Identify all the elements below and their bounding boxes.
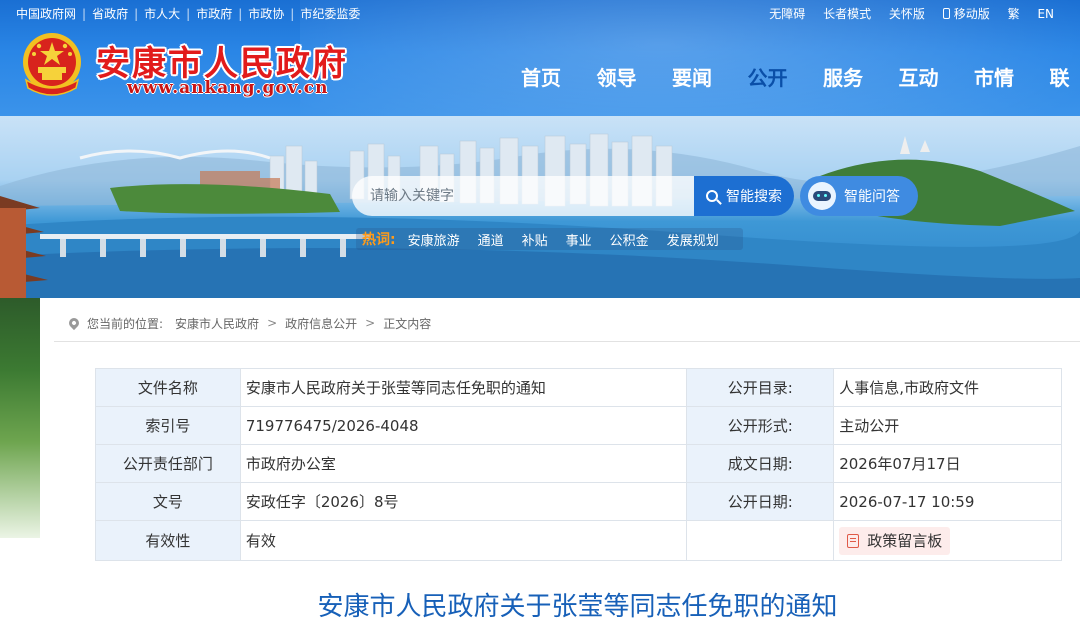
- meta-value: 2026-07-17 10:59: [833, 482, 1062, 521]
- breadcrumb-item-current: 正文内容: [383, 316, 432, 331]
- table-row: 索引号 719776475/2026-4048 公开形式: 主动公开: [95, 406, 1062, 445]
- smart-search-button[interactable]: 智能搜索: [694, 176, 794, 216]
- link-central-gov[interactable]: 中国政府网: [16, 5, 76, 22]
- traditional-chinese-link[interactable]: 繁: [1008, 5, 1020, 22]
- nav-disclosure[interactable]: 公开: [748, 62, 824, 92]
- divider: |: [134, 7, 139, 21]
- location-pin-icon: [66, 315, 82, 331]
- hot-word-link[interactable]: 通道: [478, 230, 504, 249]
- smart-qa-button[interactable]: 智能问答: [800, 176, 918, 216]
- table-row: 有效性 有效 政策留言板: [95, 520, 1062, 561]
- meta-key: 索引号: [95, 406, 241, 445]
- breadcrumb: 您当前的位置: 安康市人民政府 > 政府信息公开 > 正文内容: [66, 314, 432, 332]
- nav-services[interactable]: 服务: [823, 62, 899, 92]
- care-version-link[interactable]: 关怀版: [889, 5, 925, 22]
- main-nav: 首页 领导 要闻 公开 服务 互动 市情 联: [521, 62, 1080, 92]
- document-meta-table: 文件名称 安康市人民政府关于张莹等同志任免职的通知 公开目录: 人事信息,市政府…: [95, 368, 1062, 561]
- nav-news[interactable]: 要闻: [672, 62, 748, 92]
- site-url: www.ankang.gov.cn: [127, 78, 329, 98]
- meta-action-cell: 政策留言板: [833, 520, 1062, 561]
- breadcrumb-item-disclosure[interactable]: 政府信息公开: [285, 315, 357, 332]
- link-city-cppcc[interactable]: 市政协: [248, 5, 284, 22]
- english-link[interactable]: EN: [1037, 7, 1054, 21]
- search-icon: [706, 190, 718, 202]
- national-emblem-icon: [23, 33, 81, 96]
- side-decoration-image: [0, 298, 40, 538]
- link-province-gov[interactable]: 省政府: [92, 5, 128, 22]
- meta-key: 公开形式:: [686, 406, 835, 445]
- nav-home[interactable]: 首页: [521, 62, 597, 92]
- meta-value: 有效: [239, 520, 688, 561]
- meta-key: 文号: [95, 482, 241, 521]
- meta-value: 安康市人民政府关于张莹等同志任免职的通知: [239, 368, 688, 407]
- top-links-bar: 中国政府网 | 省政府 | 市人大 | 市政府 | 市政协 | 市纪委监委: [16, 5, 360, 21]
- policy-message-board-label: 政策留言板: [867, 532, 943, 550]
- meta-key: 公开责任部门: [95, 444, 241, 483]
- meta-key: 公开日期:: [686, 482, 835, 521]
- hot-word-link[interactable]: 发展规划: [667, 230, 719, 249]
- breadcrumb-separator: >: [365, 316, 376, 330]
- mobile-version-label: 移动版: [953, 7, 990, 21]
- divider: |: [82, 7, 87, 21]
- nav-leaders[interactable]: 领导: [597, 62, 673, 92]
- search-input[interactable]: [352, 176, 694, 216]
- table-row: 文号 安政任字〔2026〕8号 公开日期: 2026-07-17 10:59: [95, 482, 1062, 521]
- divider: |: [290, 7, 295, 21]
- meta-empty-cell: [686, 520, 835, 561]
- hot-word-link[interactable]: 公积金: [610, 230, 649, 249]
- utility-links: 无障碍 长者模式 关怀版 移动版 繁 EN: [755, 5, 1054, 22]
- table-row: 公开责任部门 市政府办公室 成文日期: 2026年07月17日: [95, 444, 1062, 483]
- breadcrumb-prefix: 您当前的位置:: [87, 316, 164, 331]
- accessible-link[interactable]: 无障碍: [769, 5, 805, 22]
- meta-key: 公开目录:: [686, 368, 835, 407]
- search-box: [352, 176, 694, 216]
- breadcrumb-separator: >: [267, 316, 278, 330]
- meta-value: 719776475/2026-4048: [239, 406, 688, 445]
- meta-key: 文件名称: [95, 368, 241, 407]
- hot-word-link[interactable]: 安康旅游: [408, 230, 460, 249]
- robot-icon: [808, 182, 836, 210]
- nav-city-info[interactable]: 市情: [974, 62, 1050, 92]
- nav-interaction[interactable]: 互动: [899, 62, 975, 92]
- divider: [54, 341, 1080, 342]
- table-row: 文件名称 安康市人民政府关于张莹等同志任免职的通知 公开目录: 人事信息,市政府…: [95, 368, 1062, 407]
- meta-value: 市政府办公室: [239, 444, 688, 483]
- hot-words-label: 热词:: [362, 232, 396, 248]
- site-header: 中国政府网 | 省政府 | 市人大 | 市政府 | 市政协 | 市纪委监委 无障碍 长者模式 关怀版…: [0, 0, 1080, 116]
- smart-search-label: 智能搜索: [726, 189, 782, 205]
- link-discipline-commission[interactable]: 市纪委监委: [300, 5, 360, 22]
- meta-key: 有效性: [95, 520, 241, 561]
- hot-words-bar: 热词: 安康旅游 通道 补贴 事业 公积金 发展规划: [356, 228, 743, 250]
- breadcrumb-item-home[interactable]: 安康市人民政府: [175, 315, 259, 332]
- hot-word-link[interactable]: 补贴: [522, 230, 548, 249]
- meta-value: 安政任字〔2026〕8号: [239, 482, 688, 521]
- policy-message-board-button[interactable]: 政策留言板: [839, 526, 951, 555]
- nav-contact[interactable]: 联: [1050, 62, 1080, 92]
- phone-icon: [942, 8, 950, 19]
- hot-word-link[interactable]: 事业: [566, 230, 592, 249]
- meta-value: 人事信息,市政府文件: [833, 368, 1062, 407]
- link-city-npc[interactable]: 市人大: [144, 5, 180, 22]
- document-title: 安康市人民政府关于张莹等同志任免职的通知: [317, 592, 838, 622]
- meta-key: 成文日期:: [686, 444, 835, 483]
- divider: |: [238, 7, 243, 21]
- meta-value: 主动公开: [833, 406, 1062, 445]
- divider: |: [186, 7, 191, 21]
- meta-value: 2026年07月17日: [833, 444, 1062, 483]
- mobile-version-link[interactable]: 移动版: [942, 5, 990, 22]
- elder-mode-link[interactable]: 长者模式: [823, 5, 871, 22]
- link-city-gov[interactable]: 市政府: [196, 5, 232, 22]
- smart-qa-label: 智能问答: [844, 189, 900, 205]
- document-edit-icon: [847, 533, 860, 548]
